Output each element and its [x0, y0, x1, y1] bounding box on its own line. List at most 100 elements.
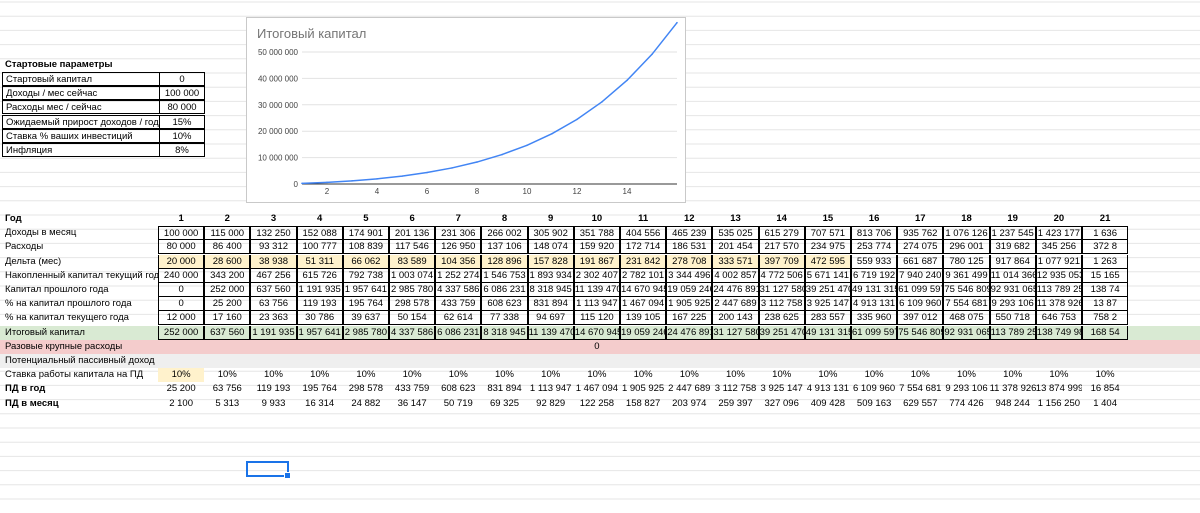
- capital-chart[interactable]: Итоговый капитал 0 10 000 000 20 000 000 30 …: [246, 17, 686, 203]
- table-cell[interactable]: 12 935 053: [1035, 268, 1082, 283]
- table-cell[interactable]: 10%: [297, 368, 343, 382]
- table-cell[interactable]: 174 901: [342, 226, 389, 241]
- table-cell[interactable]: 17 160: [204, 311, 251, 326]
- table-cell[interactable]: 10%: [435, 368, 481, 382]
- table-cell[interactable]: 3 925 147: [759, 382, 805, 396]
- table-cell[interactable]: [1036, 340, 1082, 354]
- table-cell[interactable]: 201 136: [389, 226, 436, 241]
- table-cell[interactable]: 6 109 960: [897, 297, 944, 312]
- table-cell[interactable]: 1 404: [1082, 397, 1128, 411]
- table-cell[interactable]: 10%: [528, 368, 574, 382]
- table-cell[interactable]: 137 106: [481, 240, 528, 255]
- table-cell[interactable]: 51 311: [296, 254, 343, 269]
- table-cell[interactable]: [528, 340, 574, 354]
- table-cell[interactable]: 298 578: [389, 297, 436, 312]
- table-cell[interactable]: 0: [574, 340, 620, 354]
- table-cell[interactable]: 615 726: [296, 268, 343, 283]
- table-cell[interactable]: 9 293 106: [989, 297, 1036, 312]
- table-cell[interactable]: 2 447 689: [666, 382, 712, 396]
- table-cell[interactable]: 108 839: [342, 240, 389, 255]
- table-cell[interactable]: 409 428: [805, 397, 851, 411]
- table-cell[interactable]: 10%: [620, 368, 666, 382]
- table-cell[interactable]: 138 74: [1082, 283, 1129, 297]
- table-cell[interactable]: 948 244: [990, 397, 1036, 411]
- table-cell[interactable]: 62 614: [435, 311, 482, 326]
- table-cell[interactable]: 9 933: [250, 397, 296, 411]
- table-cell[interactable]: 559 933: [851, 254, 898, 269]
- table-cell[interactable]: 780 125: [943, 254, 990, 269]
- table-cell[interactable]: [389, 340, 435, 354]
- table-cell[interactable]: 8 318 945: [481, 325, 528, 340]
- table-cell[interactable]: 25 200: [204, 297, 251, 312]
- table-cell[interactable]: 397 012: [897, 311, 944, 326]
- table-cell[interactable]: 1 237 545: [989, 226, 1036, 241]
- table-cell[interactable]: 774 426: [943, 397, 989, 411]
- table-cell[interactable]: 148 074: [527, 240, 574, 255]
- table-cell[interactable]: 327 096: [759, 397, 805, 411]
- table-cell[interactable]: 1 113 947: [573, 297, 620, 312]
- table-cell[interactable]: 637 560: [250, 283, 297, 297]
- table-cell[interactable]: 167 225: [666, 311, 713, 326]
- row-label[interactable]: Доходы в месяц: [2, 226, 162, 240]
- table-cell[interactable]: 274 075: [897, 240, 944, 255]
- table-cell[interactable]: 238 625: [758, 311, 805, 326]
- table-cell[interactable]: 813 706: [851, 226, 898, 241]
- table-cell[interactable]: 296 001: [943, 240, 990, 255]
- table-cell[interactable]: 31 127 580: [758, 283, 805, 297]
- table-cell[interactable]: [250, 340, 296, 354]
- table-cell[interactable]: 298 578: [343, 382, 389, 396]
- table-cell[interactable]: 19 059 246: [620, 325, 667, 340]
- table-cell[interactable]: 132 250: [250, 226, 297, 241]
- table-cell[interactable]: 8 318 945: [527, 283, 574, 297]
- table-cell[interactable]: 157 828: [527, 254, 574, 269]
- table-cell[interactable]: 10%: [990, 368, 1036, 382]
- table-cell[interactable]: 6 109 960: [851, 382, 897, 396]
- table-cell[interactable]: 2 100: [158, 397, 204, 411]
- table-cell[interactable]: 14 670 945: [573, 325, 620, 340]
- table-cell[interactable]: 100 000: [158, 226, 205, 241]
- table-cell[interactable]: 1 003 074: [389, 268, 436, 283]
- table-cell[interactable]: 10%: [574, 368, 620, 382]
- table-cell[interactable]: 128 896: [481, 254, 528, 269]
- table-cell[interactable]: 66 062: [342, 254, 389, 269]
- row-label[interactable]: Разовые крупные расходы: [2, 340, 162, 354]
- table-cell[interactable]: 115 000: [204, 226, 251, 241]
- table-cell[interactable]: 186 531: [666, 240, 713, 255]
- table-cell[interactable]: 4 913 131: [851, 297, 898, 312]
- table-cell[interactable]: [851, 354, 897, 368]
- table-cell[interactable]: 75 546 809: [943, 283, 990, 297]
- table-cell[interactable]: [897, 354, 943, 368]
- table-cell[interactable]: 305 902: [527, 226, 574, 241]
- table-cell[interactable]: [435, 340, 481, 354]
- table-cell[interactable]: 1 156 250: [1036, 397, 1082, 411]
- table-cell[interactable]: [158, 354, 204, 368]
- table-cell[interactable]: 25 200: [158, 382, 204, 396]
- table-cell[interactable]: 278 708: [666, 254, 713, 269]
- table-cell[interactable]: 259 397: [712, 397, 758, 411]
- table-cell[interactable]: 168 54: [1082, 325, 1129, 340]
- table-cell[interactable]: 39 251 470: [758, 325, 805, 340]
- table-cell[interactable]: [343, 354, 389, 368]
- table-cell[interactable]: 10%: [389, 368, 435, 382]
- table-cell[interactable]: 92 931 065: [943, 325, 990, 340]
- table-cell[interactable]: 24 882: [343, 397, 389, 411]
- table-cell[interactable]: 535 025: [712, 226, 759, 241]
- table-cell[interactable]: [1082, 340, 1128, 354]
- table-cell[interactable]: 11 378 926: [990, 382, 1036, 396]
- row-label[interactable]: % на капитал текущего года: [2, 311, 162, 325]
- table-cell[interactable]: 253 774: [851, 240, 898, 255]
- table-cell[interactable]: 49 131 315: [851, 283, 898, 297]
- table-cell[interactable]: 10%: [1082, 368, 1128, 382]
- table-cell[interactable]: 10%: [250, 368, 296, 382]
- table-cell[interactable]: 1 263: [1082, 254, 1129, 269]
- table-cell[interactable]: 2 447 689: [712, 297, 759, 312]
- table-cell[interactable]: [435, 354, 481, 368]
- table-cell[interactable]: 30 786: [296, 311, 343, 326]
- table-cell[interactable]: 472 595: [804, 254, 851, 269]
- table-cell[interactable]: 831 894: [527, 297, 574, 312]
- table-cell[interactable]: [805, 340, 851, 354]
- table-cell[interactable]: 7 940 240: [897, 268, 944, 283]
- table-cell[interactable]: 6 719 192: [851, 268, 898, 283]
- table-cell[interactable]: 637 560: [204, 325, 251, 340]
- table-cell[interactable]: 36 147: [389, 397, 435, 411]
